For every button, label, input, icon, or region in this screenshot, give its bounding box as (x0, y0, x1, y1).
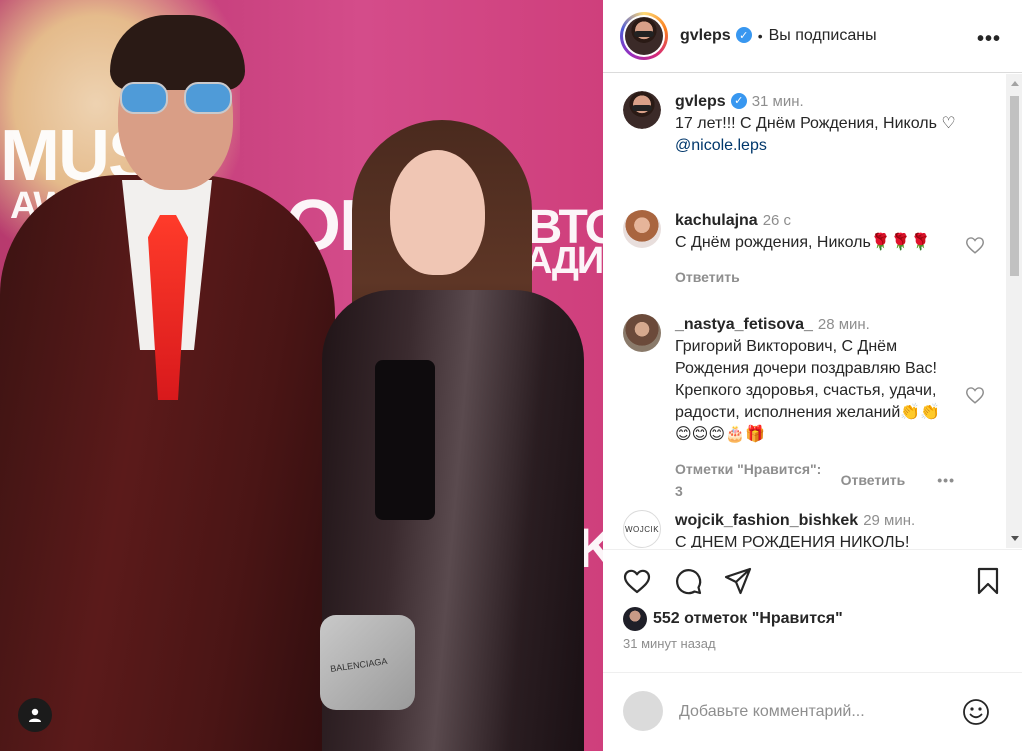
save-bookmark-icon[interactable] (973, 566, 1003, 596)
scroll-up-arrow-icon[interactable] (1011, 81, 1019, 86)
comment-more-icon[interactable]: ••• (937, 469, 955, 491)
comment-text: Григорий Викторович, С Днём Рождения доч… (675, 338, 941, 443)
dot-separator: • (757, 28, 763, 44)
comment-time[interactable]: 29 мин. (863, 512, 915, 529)
share-send-icon[interactable] (723, 566, 753, 596)
user-icon (29, 708, 41, 722)
wojcik-logo: WOJCIK (624, 524, 660, 534)
comment-bubble-icon[interactable] (673, 566, 703, 596)
add-comment-input[interactable] (679, 700, 939, 724)
comment-username[interactable]: _nastya_fetisova_ (675, 316, 813, 333)
comment-likes-count[interactable]: Отметки "Нравится": 3 (675, 458, 825, 502)
reply-button[interactable]: Ответить (675, 266, 740, 288)
commenter-avatar[interactable]: WOJCIK (623, 510, 661, 548)
like-comment-heart-icon[interactable] (964, 234, 986, 256)
more-options-icon[interactable]: ••• (977, 28, 1001, 51)
post-actions-bar (603, 549, 1032, 609)
tagged-users-button[interactable] (18, 698, 52, 732)
girl-face (390, 150, 485, 275)
commenter-avatar[interactable] (623, 210, 661, 248)
like-comment-heart-icon[interactable] (964, 384, 986, 406)
comment-username[interactable]: wojcik_fashion_bishkek (675, 512, 858, 529)
likes-count[interactable]: 552 отметок "Нравится" (653, 610, 843, 628)
caption-text: 17 лет!!! С Днём Рождения, Николь ♡ (675, 115, 956, 132)
add-comment-bar (603, 672, 1032, 751)
post-photo[interactable]: MUSI AWA OK АВТО РАДИО OK! BALENCIAGA (0, 0, 603, 751)
post-timestamp[interactable]: 31 минут назад (623, 636, 716, 651)
comments-scrollbar[interactable] (1006, 74, 1023, 548)
emoji-picker-icon[interactable] (961, 697, 991, 727)
scrollbar-thumb[interactable] (1010, 96, 1019, 276)
post-header: gvleps ✓ • Вы подписаны ••• (603, 0, 1023, 73)
comments-list[interactable]: gvleps ✓ 31 мин. 17 лет!!! С Днём Рождения… (603, 74, 1006, 548)
author-avatar[interactable] (620, 12, 668, 60)
commenter-avatar[interactable] (623, 314, 661, 352)
caption-time[interactable]: 31 мин. (752, 93, 804, 110)
like-heart-icon[interactable] (622, 566, 652, 596)
window-edge (1022, 0, 1032, 751)
comment-text: С Днём рождения, Николь🌹🌹🌹 (675, 234, 931, 251)
verified-badge-icon: ✓ (735, 27, 752, 43)
caption-mention[interactable]: @nicole.leps (675, 135, 965, 157)
likes-summary[interactable]: 552 отметок "Нравится" (623, 607, 843, 631)
post-side-panel: gvleps ✓ • Вы подписаны ••• gvleps ✓ 31 ми… (603, 0, 1032, 751)
author-username[interactable]: gvleps (680, 27, 731, 45)
scroll-down-arrow-icon[interactable] (1011, 536, 1019, 541)
comment-text: С ДНЕМ РОЖДЕНИЯ НИКОЛЬ! (675, 534, 910, 548)
comment-username[interactable]: kachulajna (675, 212, 758, 229)
follow-status[interactable]: Вы подписаны (769, 27, 877, 45)
man-glasses (120, 82, 232, 116)
comment-time[interactable]: 26 с (763, 212, 791, 229)
caption-avatar[interactable] (623, 91, 661, 129)
girl-top (375, 360, 435, 520)
liker-avatar (623, 607, 647, 631)
verified-badge-icon: ✓ (730, 92, 747, 109)
current-user-avatar (623, 691, 663, 731)
caption-username[interactable]: gvleps (675, 93, 726, 110)
reply-button[interactable]: Ответить (841, 469, 906, 491)
comment-time[interactable]: 28 мин. (818, 316, 870, 333)
